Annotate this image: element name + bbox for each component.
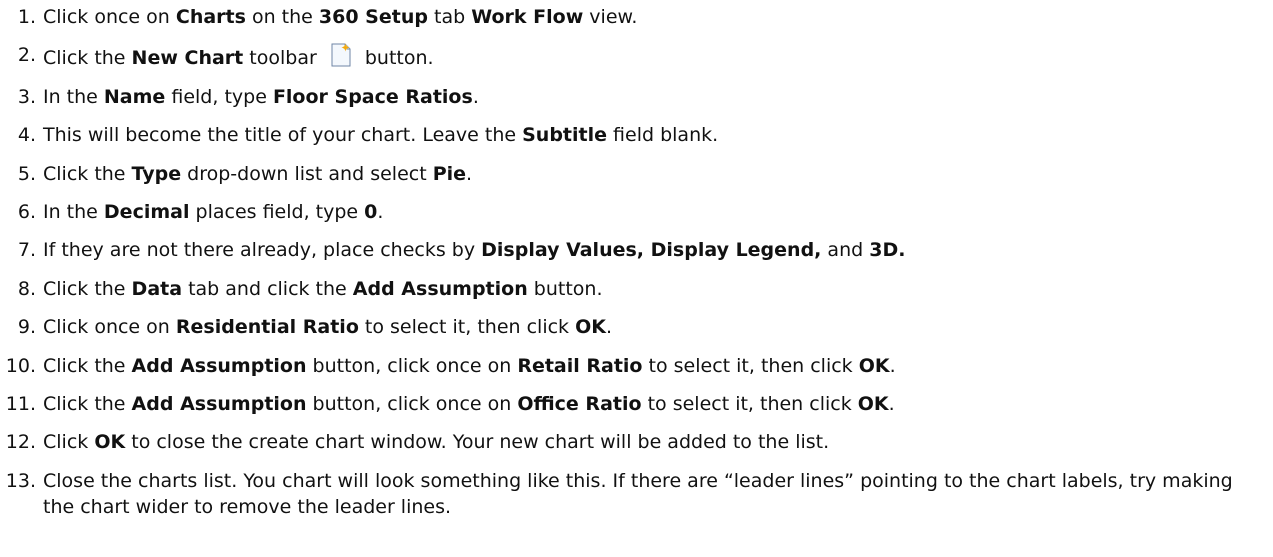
bold-term: OK bbox=[857, 392, 889, 415]
bold-term: Work Flow bbox=[471, 6, 584, 28]
step-item: 4 This will become the title of your char… bbox=[0, 122, 1273, 148]
step-text: . bbox=[472, 85, 479, 108]
step-item: 2 Click the New Chart toolbar button. bbox=[0, 42, 1273, 71]
step-text: field, type bbox=[165, 85, 273, 108]
step-number: 7 bbox=[0, 237, 36, 263]
step-text: button. bbox=[527, 277, 603, 300]
step-text: . bbox=[605, 316, 613, 339]
bold-term: Type bbox=[131, 162, 182, 185]
bold-term: Add Assumption bbox=[352, 277, 528, 300]
step-text: Close the charts list. You chart will lo… bbox=[43, 469, 1233, 518]
step-text: tab bbox=[427, 6, 472, 28]
step-text: Click the bbox=[43, 392, 132, 415]
step-text: drop-down list and select bbox=[181, 162, 433, 185]
step-number: 11 bbox=[0, 391, 36, 417]
instruction-list: 1 Click once on Charts on the 360 Setup t… bbox=[0, 0, 1273, 520]
step-item: 9 Click once on Residential Ratio to sele… bbox=[0, 314, 1273, 340]
step-text: Click once on bbox=[43, 6, 176, 28]
step-number: 1 bbox=[0, 4, 36, 30]
bold-term: Subtitle bbox=[522, 124, 608, 147]
step-number: 10 bbox=[0, 353, 36, 379]
step-text: button, click once on bbox=[306, 392, 518, 415]
step-text: button. bbox=[358, 47, 434, 70]
bold-term: Floor Space Ratios bbox=[272, 85, 473, 108]
step-text: Click the bbox=[43, 47, 132, 70]
step-item: 13 Close the charts list. You chart will … bbox=[0, 468, 1263, 520]
step-text: toolbar bbox=[243, 47, 323, 70]
new-chart-icon bbox=[329, 42, 353, 68]
step-text: places field, type bbox=[189, 200, 365, 223]
step-text: to select it, then click bbox=[641, 392, 858, 415]
step-text: Click the bbox=[43, 277, 132, 300]
step-number: 8 bbox=[0, 276, 36, 302]
bold-term: Charts bbox=[175, 6, 246, 28]
bold-term: Add Assumption bbox=[131, 392, 307, 415]
step-text: to close the create chart window. Your n… bbox=[125, 431, 830, 454]
bold-term: 0 bbox=[364, 200, 378, 223]
bold-term: 3D. bbox=[869, 239, 906, 262]
step-number: 13 bbox=[0, 468, 36, 494]
step-text: button, click once on bbox=[306, 354, 518, 377]
bold-term: New Chart bbox=[131, 47, 244, 70]
bold-term: Decimal bbox=[103, 200, 190, 223]
step-number: 12 bbox=[0, 429, 36, 455]
step-text: This will become the title of your chart… bbox=[43, 124, 523, 147]
step-text: to select it, then click bbox=[642, 354, 859, 377]
step-number: 2 bbox=[0, 42, 36, 68]
step-item: 6 In the Decimal places field, type 0. bbox=[0, 199, 1273, 225]
step-text: . bbox=[377, 200, 384, 223]
step-text: Click the bbox=[43, 162, 132, 185]
step-item: 10 Click the Add Assumption button, click… bbox=[0, 353, 1273, 379]
bold-term: Residential Ratio bbox=[175, 316, 359, 339]
step-number: 6 bbox=[0, 199, 36, 225]
bold-term: Office Ratio bbox=[517, 392, 642, 415]
bold-term: Add Assumption bbox=[131, 354, 307, 377]
bold-term: Data bbox=[131, 277, 183, 300]
step-text: and bbox=[821, 239, 870, 262]
bold-term: OK bbox=[94, 431, 126, 454]
step-text: Click the bbox=[43, 354, 132, 377]
step-item: 8 Click the Data tab and click the Add As… bbox=[0, 276, 1273, 302]
bold-term: Display Values, Display Legend, bbox=[481, 239, 822, 262]
bold-term: OK bbox=[575, 316, 606, 339]
step-text: Click bbox=[43, 431, 95, 454]
step-text: . bbox=[466, 162, 473, 185]
step-item: 3 In the Name field, type Floor Space Rat… bbox=[0, 84, 1273, 110]
step-item: 5 Click the Type drop-down list and selec… bbox=[0, 161, 1273, 187]
step-text: view. bbox=[583, 6, 638, 28]
step-item: 1 Click once on Charts on the 360 Setup t… bbox=[0, 4, 1273, 30]
bold-term: 360 Setup bbox=[318, 6, 428, 28]
step-item: 11 Click the Add Assumption button, click… bbox=[0, 391, 1273, 417]
step-item: 12 Click OK to close the create chart win… bbox=[0, 429, 1273, 455]
step-number: 3 bbox=[0, 84, 36, 110]
step-number: 4 bbox=[0, 122, 36, 148]
step-text: In the bbox=[43, 200, 104, 223]
bold-term: Pie bbox=[432, 162, 467, 185]
bold-term: OK bbox=[858, 354, 890, 377]
step-text: If they are not there already, place che… bbox=[43, 239, 482, 262]
step-text: . bbox=[889, 354, 896, 377]
step-text: . bbox=[888, 392, 895, 415]
bold-term: Retail Ratio bbox=[517, 354, 643, 377]
step-text: to select it, then click bbox=[358, 316, 576, 339]
step-text: field blank. bbox=[607, 124, 719, 147]
step-text: Click once on bbox=[43, 316, 176, 339]
step-text: In the bbox=[43, 85, 104, 108]
step-text: on the bbox=[245, 6, 319, 28]
step-item: 7 If they are not there already, place ch… bbox=[0, 237, 1273, 263]
bold-term: Name bbox=[103, 85, 166, 108]
step-number: 5 bbox=[0, 161, 36, 187]
step-text: tab and click the bbox=[182, 277, 353, 300]
step-number: 9 bbox=[0, 314, 36, 340]
